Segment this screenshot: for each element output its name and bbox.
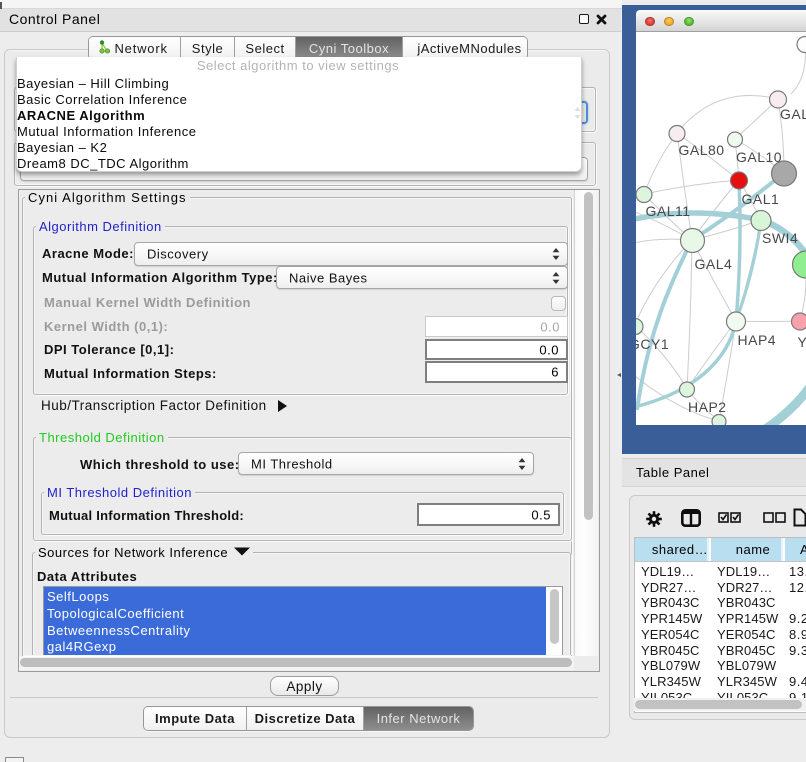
svg-text:SWI4: SWI4 — [762, 230, 798, 246]
svg-text:HAP4: HAP4 — [738, 332, 777, 348]
svg-text:GAL1: GAL1 — [742, 191, 780, 207]
svg-text:YEL: YEL — [798, 334, 806, 350]
svg-text:GAL10: GAL10 — [736, 149, 782, 165]
svg-text:HAP2: HAP2 — [688, 399, 727, 415]
svg-text:GAL4: GAL4 — [695, 256, 733, 272]
svg-text:GAL2: GAL2 — [780, 106, 806, 122]
svg-text:GCY1: GCY1 — [636, 336, 669, 352]
svg-text:GAL11: GAL11 — [646, 203, 691, 219]
svg-text:GAL80: GAL80 — [679, 142, 725, 158]
